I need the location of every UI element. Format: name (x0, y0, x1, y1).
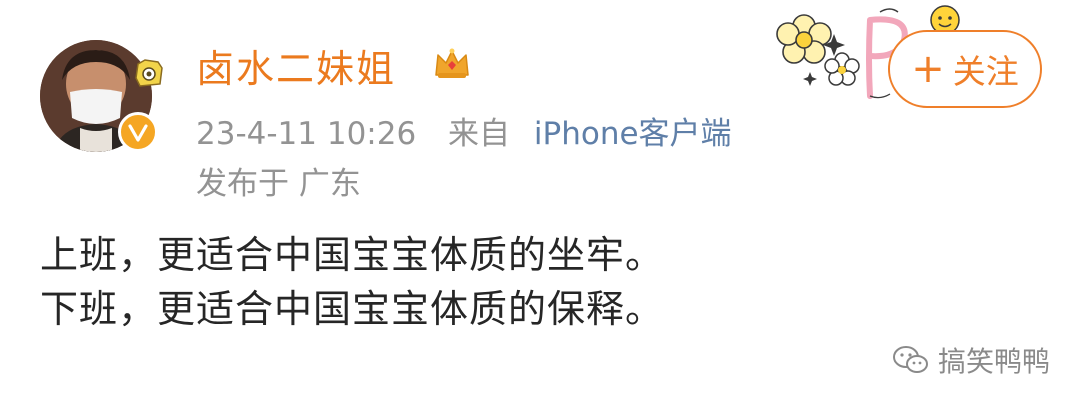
crown-member-icon[interactable] (432, 45, 472, 81)
post-meta: 23-4-11 10:26 来自 iPhone客户端 (196, 108, 732, 153)
post-location: 发布于 广东 (196, 166, 361, 202)
camera-sticker-icon (135, 59, 163, 87)
content-line: 下班，更适合中国宝宝体质的保释。 (40, 287, 665, 331)
verified-badge-icon (118, 112, 158, 152)
follow-button[interactable]: + 关注 (888, 30, 1042, 108)
watermark-label: 搞笑鸭鸭 (938, 345, 1051, 378)
timestamp: 23-4-11 10:26 (196, 116, 417, 152)
post-content: 上班，更适合中国宝宝体质的坐牢。 下班，更适合中国宝宝体质的保释。 (40, 228, 664, 336)
content-line: 上班，更适合中国宝宝体质的坐牢。 (40, 233, 665, 277)
source-client[interactable]: iPhone客户端 (534, 116, 732, 152)
username[interactable]: 卤水二妹姐 (196, 38, 396, 93)
wechat-icon (893, 346, 928, 373)
follow-label: 关注 (952, 52, 1019, 91)
plus-icon: + (911, 46, 945, 92)
avatar-container[interactable] (40, 40, 163, 152)
via-label: 来自 (448, 116, 511, 152)
watermark: 搞笑鸭鸭 (892, 340, 1050, 380)
